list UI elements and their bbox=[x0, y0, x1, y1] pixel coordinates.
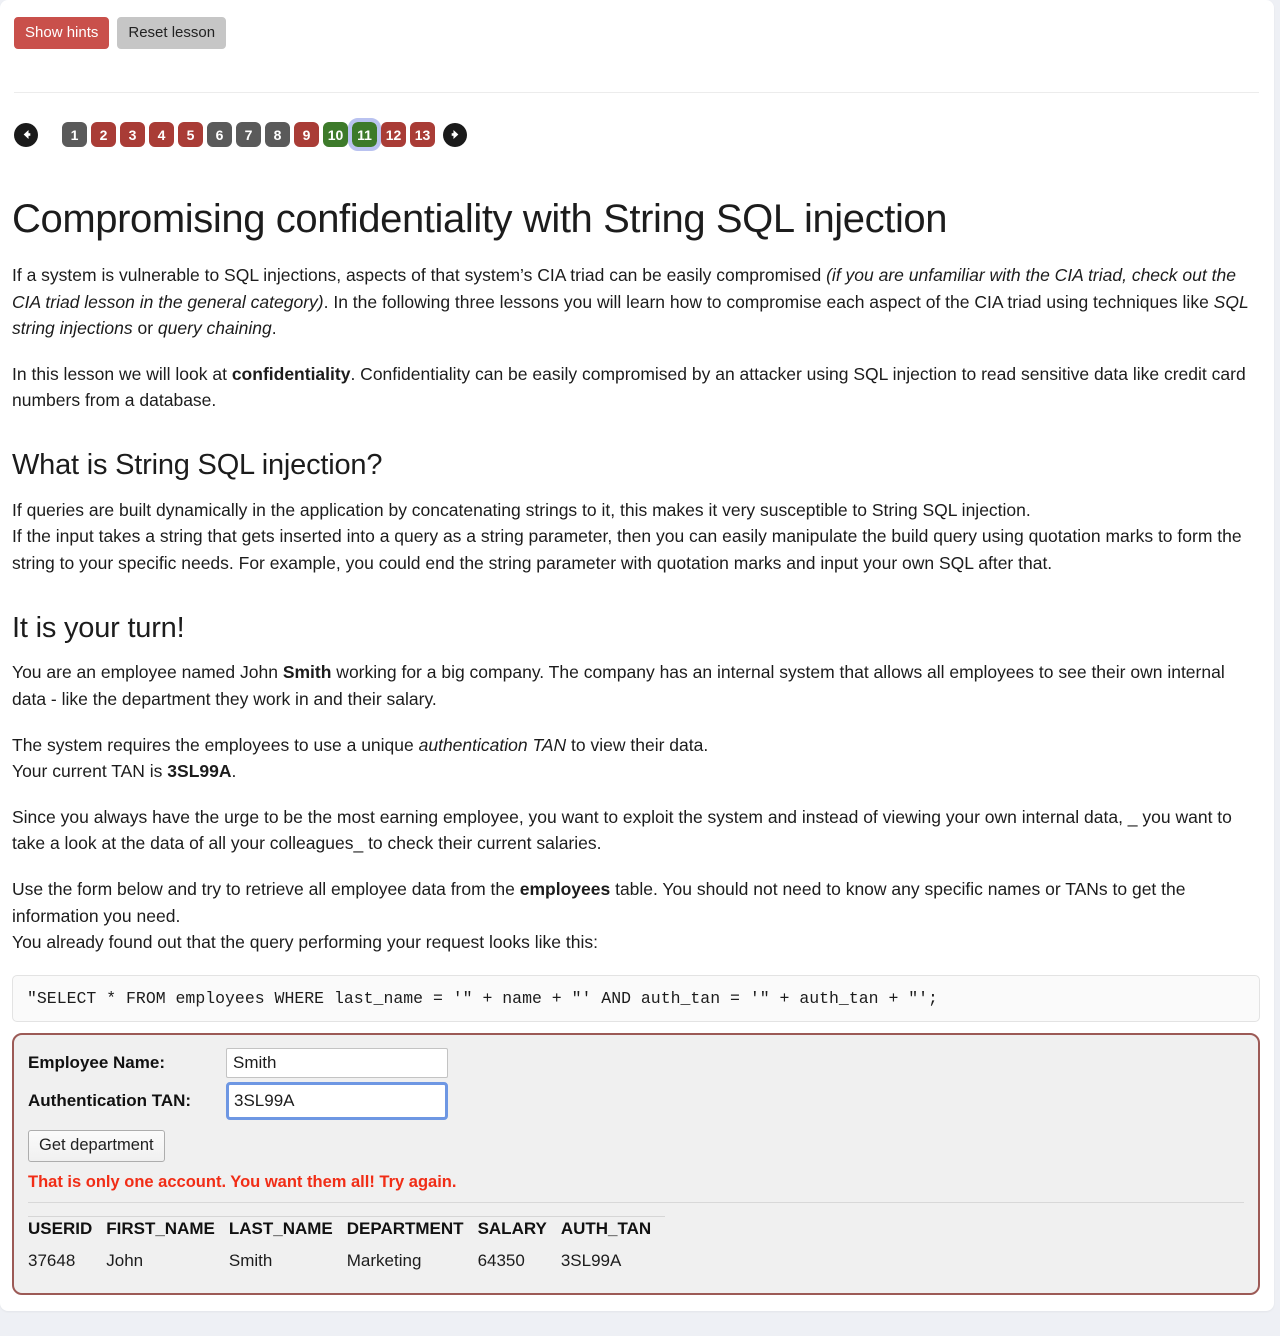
cell-first-name: John bbox=[106, 1250, 144, 1270]
reset-lesson-button[interactable]: Reset lesson bbox=[117, 17, 227, 49]
turn-paragraph-4: Use the form below and try to retrieve a… bbox=[12, 876, 1260, 956]
heading-what-is-string-sql-injection: What is String SQL injection? bbox=[12, 448, 383, 481]
page-title: Compromising confidentiality with String… bbox=[12, 197, 948, 241]
query-code-block: "SELECT * FROM employees WHERE last_name… bbox=[12, 974, 1260, 1022]
turn2-line2-a: Your current TAN is bbox=[12, 761, 168, 782]
intro2-text-a: In this lesson we will look at bbox=[12, 363, 232, 384]
page-button-5[interactable]: 5 bbox=[178, 122, 203, 147]
results-table: USERID FIRST_NAME LAST_NAME DEPARTMENT S… bbox=[28, 1215, 666, 1277]
submit-row: Get department bbox=[28, 1124, 1244, 1162]
intro-paragraph-2: In this lesson we will look at confident… bbox=[12, 361, 1260, 414]
turn4-text-a: Use the form below and try to retrieve a… bbox=[12, 878, 520, 899]
page-button-7[interactable]: 7 bbox=[236, 122, 261, 147]
turn4-line2: You already found out that the query per… bbox=[12, 932, 598, 953]
auth-tan-label: Authentication TAN: bbox=[28, 1090, 192, 1110]
turn-paragraph-3: Since you always have the urge to be the… bbox=[12, 806, 1232, 854]
turn2-text-a: The system requires the employees to use… bbox=[12, 734, 419, 755]
what-paragraph: If queries are built dynamically in the … bbox=[12, 497, 1260, 577]
page-button-9[interactable]: 9 bbox=[294, 122, 319, 147]
page-button-2[interactable]: 2 bbox=[91, 122, 116, 147]
column-header-salary: SALARY bbox=[477, 1218, 547, 1238]
lesson-pagination: 1 2 3 4 5 6 7 8 9 10 11 12 13 bbox=[14, 118, 467, 151]
get-department-button[interactable]: Get department bbox=[28, 1129, 165, 1162]
heading-it-is-your-turn: It is your turn! bbox=[12, 611, 185, 644]
hints-panel bbox=[14, 55, 1259, 93]
employee-name-input[interactable] bbox=[226, 1047, 448, 1078]
lesson-card: Show hints Reset lesson 1 2 3 4 5 6 7 8 … bbox=[0, 0, 1274, 1311]
cell-salary: 64350 bbox=[477, 1250, 525, 1270]
arrow-right-icon[interactable] bbox=[443, 122, 467, 147]
table-row: 37648 John Smith Marketing 64350 3SL99A bbox=[28, 1247, 665, 1277]
arrow-left-icon[interactable] bbox=[14, 122, 38, 147]
intro-text-c: or bbox=[132, 318, 158, 339]
turn-paragraph-2: The system requires the employees to use… bbox=[12, 732, 1260, 785]
employee-name-row: Employee Name: bbox=[28, 1047, 1244, 1078]
intro-italic-query-chaining: query chaining bbox=[157, 318, 272, 339]
results-container: USERID FIRST_NAME LAST_NAME DEPARTMENT S… bbox=[28, 1201, 1244, 1277]
page-button-8[interactable]: 8 bbox=[265, 122, 290, 147]
column-header-first-name: FIRST_NAME bbox=[106, 1218, 215, 1238]
page-button-3[interactable]: 3 bbox=[120, 122, 145, 147]
page-button-12[interactable]: 12 bbox=[381, 122, 406, 147]
assignment-panel: Employee Name: Authentication TAN: Get d… bbox=[12, 1032, 1260, 1295]
intro-text-d: . bbox=[271, 318, 277, 339]
column-header-userid: USERID bbox=[28, 1218, 93, 1238]
page-button-4[interactable]: 4 bbox=[149, 122, 174, 147]
intro-paragraph-1: If a system is vulnerable to SQL injecti… bbox=[12, 262, 1260, 342]
intro2-bold-confidentiality: confidentiality bbox=[231, 363, 351, 384]
turn2-italic-auth-tan: authentication TAN bbox=[418, 734, 567, 755]
cell-userid: 37648 bbox=[28, 1250, 76, 1270]
intro-text-a: If a system is vulnerable to SQL injecti… bbox=[12, 265, 827, 285]
turn4-bold-employees: employees bbox=[519, 878, 611, 899]
column-header-department: DEPARTMENT bbox=[346, 1218, 464, 1238]
what-line-1: If queries are built dynamically in the … bbox=[12, 499, 1031, 520]
turn2-bold-tan-value: 3SL99A bbox=[167, 761, 232, 782]
lesson-content: Compromising confidentiality with String… bbox=[12, 196, 1260, 1295]
turn1-text-a: You are an employee named John bbox=[12, 662, 283, 683]
lesson-toolbar: Show hints Reset lesson bbox=[14, 17, 227, 49]
turn-paragraph-1: You are an employee named John Smith wor… bbox=[12, 659, 1260, 712]
auth-tan-input[interactable] bbox=[226, 1081, 448, 1120]
page-button-11-current[interactable]: 11 bbox=[348, 118, 381, 151]
employee-name-label: Employee Name: bbox=[28, 1052, 165, 1072]
turn2-text-b: to view their data. bbox=[566, 734, 709, 755]
turn1-bold-smith: Smith bbox=[282, 662, 332, 683]
what-line-2: If the input takes a string that gets in… bbox=[12, 526, 1242, 573]
cell-department: Marketing bbox=[346, 1250, 422, 1270]
cell-last-name: Smith bbox=[228, 1250, 273, 1270]
page-button-6[interactable]: 6 bbox=[207, 122, 232, 147]
intro-text-b: . In the following three lessons you wil… bbox=[323, 291, 1214, 312]
auth-tan-row: Authentication TAN: bbox=[28, 1081, 1244, 1120]
show-hints-button[interactable]: Show hints bbox=[14, 17, 110, 49]
turn2-line2-b: . bbox=[231, 761, 237, 782]
page-button-10[interactable]: 10 bbox=[323, 122, 348, 147]
page-button-1[interactable]: 1 bbox=[62, 122, 87, 147]
column-header-last-name: LAST_NAME bbox=[228, 1218, 333, 1238]
error-message: That is only one account. You want them … bbox=[28, 1172, 457, 1191]
cell-auth-tan: 3SL99A bbox=[560, 1250, 622, 1270]
page-button-13[interactable]: 13 bbox=[410, 122, 435, 147]
table-header-row: USERID FIRST_NAME LAST_NAME DEPARTMENT S… bbox=[28, 1216, 665, 1247]
column-header-auth-tan: AUTH_TAN bbox=[560, 1218, 652, 1238]
